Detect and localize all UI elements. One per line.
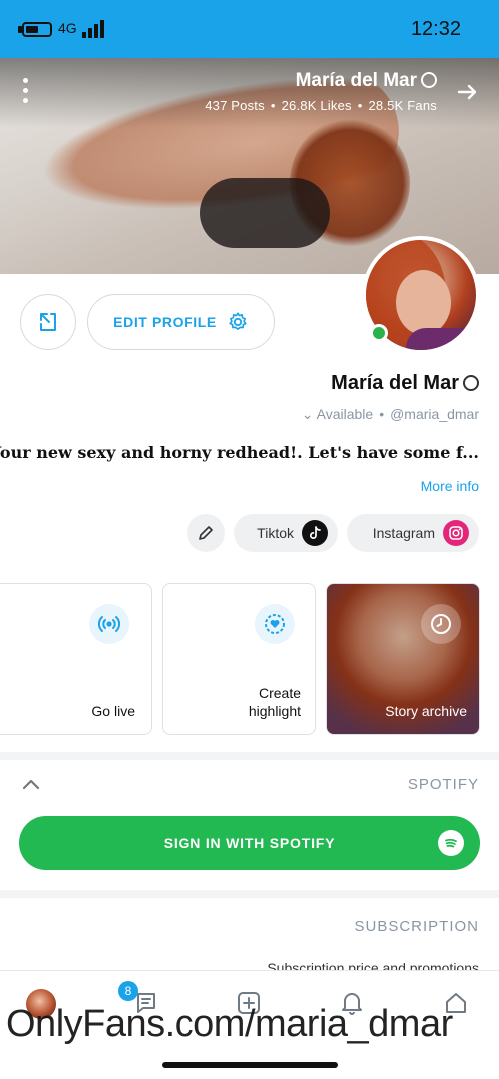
- social-link-instagram[interactable]: Instagram: [347, 514, 479, 552]
- spotify-sign-in-button[interactable]: SIGN IN WITH SPOTIFY: [19, 816, 480, 870]
- share-icon: [40, 313, 56, 331]
- highlight-label: Create highlight: [248, 685, 301, 719]
- gear-icon: [229, 312, 247, 330]
- status-time: 12:32: [410, 18, 461, 40]
- social-link-tiktok[interactable]: Tiktok: [234, 514, 338, 552]
- highlight-story-archive[interactable]: Story archive: [326, 583, 480, 735]
- status-bar: 12:32 4G: [0, 0, 499, 58]
- highlight-create[interactable]: Create highlight: [162, 583, 316, 735]
- spotify-icon: [438, 830, 464, 856]
- verified-icon: [421, 72, 437, 88]
- online-status-dot: [370, 324, 388, 342]
- chevron-up-icon[interactable]: [20, 774, 42, 796]
- highlight-label: Story archive: [385, 703, 467, 719]
- likes-count: 26.8K Likes: [281, 98, 352, 113]
- spotify-button-label: SIGN IN WITH SPOTIFY: [163, 835, 336, 851]
- verified-icon: [463, 375, 479, 391]
- profile-name: María del Mar: [331, 372, 479, 395]
- availability-status[interactable]: Available: [317, 406, 374, 422]
- spotify-section-title: SPOTIFY: [407, 776, 479, 793]
- edit-profile-button[interactable]: EDIT PROFILE: [87, 294, 275, 350]
- more-options-icon[interactable]: [20, 78, 30, 104]
- cover-title: María del Mar: [296, 70, 437, 92]
- back-arrow-icon[interactable]: [455, 80, 479, 104]
- social-link-label: Tiktok: [257, 525, 294, 541]
- fans-count: 28.5K Fans: [368, 98, 437, 113]
- posts-count: 437 Posts: [205, 98, 265, 113]
- signal-icon: [82, 20, 106, 38]
- highlight-go-live[interactable]: Go live: [0, 583, 152, 735]
- messages-badge: 8: [118, 981, 138, 1001]
- cover-name: María del Mar: [295, 70, 417, 91]
- section-divider: [0, 752, 499, 760]
- handle-line: ⌄ Available • @maria_dmar: [301, 406, 479, 422]
- edit-social-links-button[interactable]: [187, 514, 225, 552]
- subscription-section-title: SUBSCRIPTION: [354, 918, 479, 935]
- instagram-icon: [443, 520, 469, 546]
- edit-profile-label: EDIT PROFILE: [113, 314, 217, 330]
- watermark: OnlyFans.com/maria_dmar: [6, 1003, 453, 1045]
- tiktok-icon: [302, 520, 328, 546]
- profile-bio: Your new sexy and horny redhead!. Let's …: [0, 443, 479, 462]
- chevron-down-icon[interactable]: ⌄: [302, 406, 314, 422]
- broadcast-icon: [89, 604, 129, 644]
- social-link-label: Instagram: [372, 525, 435, 541]
- cover-stats: 437 Posts • 26.8K Likes • 28.5K Fans: [205, 98, 437, 113]
- pencil-icon: [199, 526, 213, 540]
- network-type: 4G: [58, 20, 77, 36]
- heart-circle-icon: [255, 604, 295, 644]
- section-divider: [0, 890, 499, 898]
- highlight-label: Go live: [91, 703, 135, 719]
- battery-icon: [22, 22, 52, 37]
- profile-handle: @maria_dmar: [390, 406, 479, 422]
- clock-icon: [421, 604, 461, 644]
- home-indicator: [162, 1062, 338, 1068]
- share-button[interactable]: [20, 294, 76, 350]
- more-info-link[interactable]: More info: [421, 478, 479, 494]
- profile-name-text: María del Mar: [331, 372, 459, 394]
